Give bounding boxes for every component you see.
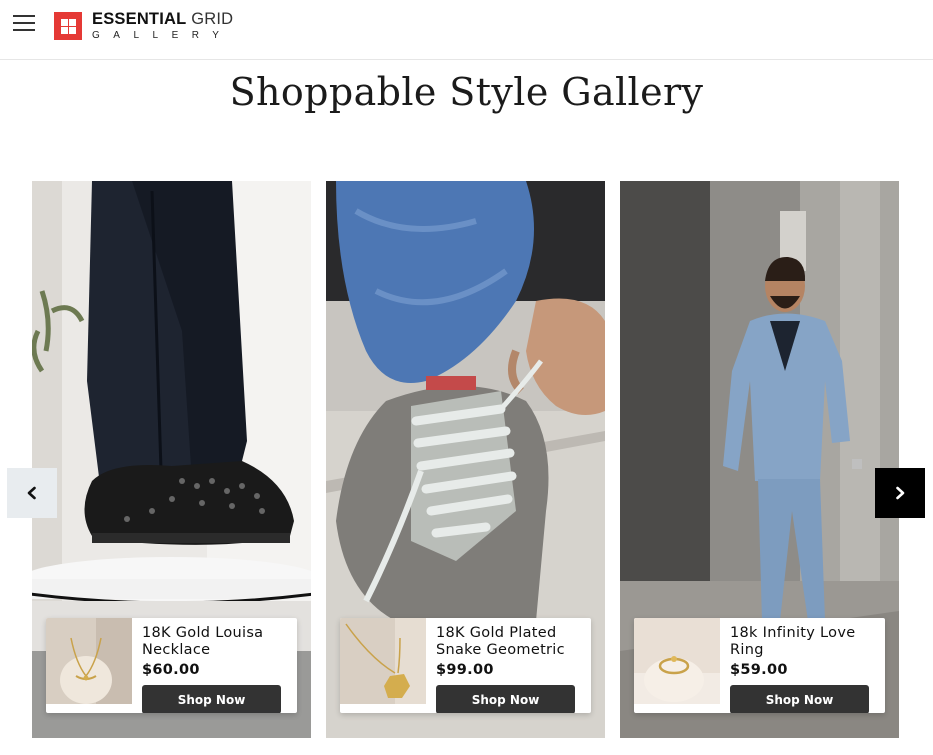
- gallery-card[interactable]: 18k Infinity Love Ring $59.00 Shop Now: [620, 181, 899, 738]
- product-card: 18K Gold Louisa Necklace $60.00 Shop Now: [46, 618, 297, 713]
- product-price: $60.00: [142, 662, 200, 678]
- gallery-card[interactable]: 18K Gold Louisa Necklace $60.00 Shop Now: [32, 181, 311, 738]
- logo-wordmark: ESSENTIAL GRID: [92, 9, 234, 28]
- product-price: $59.00: [730, 662, 788, 678]
- carousel-next-button[interactable]: [875, 468, 925, 518]
- product-name[interactable]: 18K Gold Plated Snake Geometric: [436, 625, 586, 659]
- site-header: ESSENTIAL GRID GALLERY: [0, 0, 933, 60]
- chevron-left-icon: [27, 486, 36, 500]
- product-thumbnail-necklace[interactable]: [46, 618, 132, 704]
- page-title: Shoppable Style Gallery: [229, 70, 704, 114]
- logo-tagline: GALLERY: [92, 29, 233, 41]
- product-thumbnail-pendant[interactable]: [340, 618, 426, 704]
- product-card: 18k Infinity Love Ring $59.00 Shop Now: [634, 618, 885, 713]
- shop-now-button[interactable]: Shop Now: [142, 685, 281, 713]
- shop-now-button[interactable]: Shop Now: [436, 685, 575, 713]
- chevron-right-icon: [896, 486, 905, 500]
- carousel-prev-button[interactable]: [7, 468, 57, 518]
- site-logo[interactable]: ESSENTIAL GRID GALLERY: [54, 10, 233, 42]
- product-name[interactable]: 18k Infinity Love Ring: [730, 625, 880, 659]
- product-card: 18K Gold Plated Snake Geometric $99.00 S…: [340, 618, 591, 713]
- logo-grid-icon: [54, 12, 82, 40]
- product-price: $99.00: [436, 662, 494, 678]
- gallery-card[interactable]: 18K Gold Plated Snake Geometric $99.00 S…: [326, 181, 605, 738]
- menu-icon[interactable]: [13, 13, 35, 33]
- product-name[interactable]: 18K Gold Louisa Necklace: [142, 625, 292, 659]
- shop-now-button[interactable]: Shop Now: [730, 685, 869, 713]
- product-thumbnail-ring[interactable]: [634, 618, 720, 704]
